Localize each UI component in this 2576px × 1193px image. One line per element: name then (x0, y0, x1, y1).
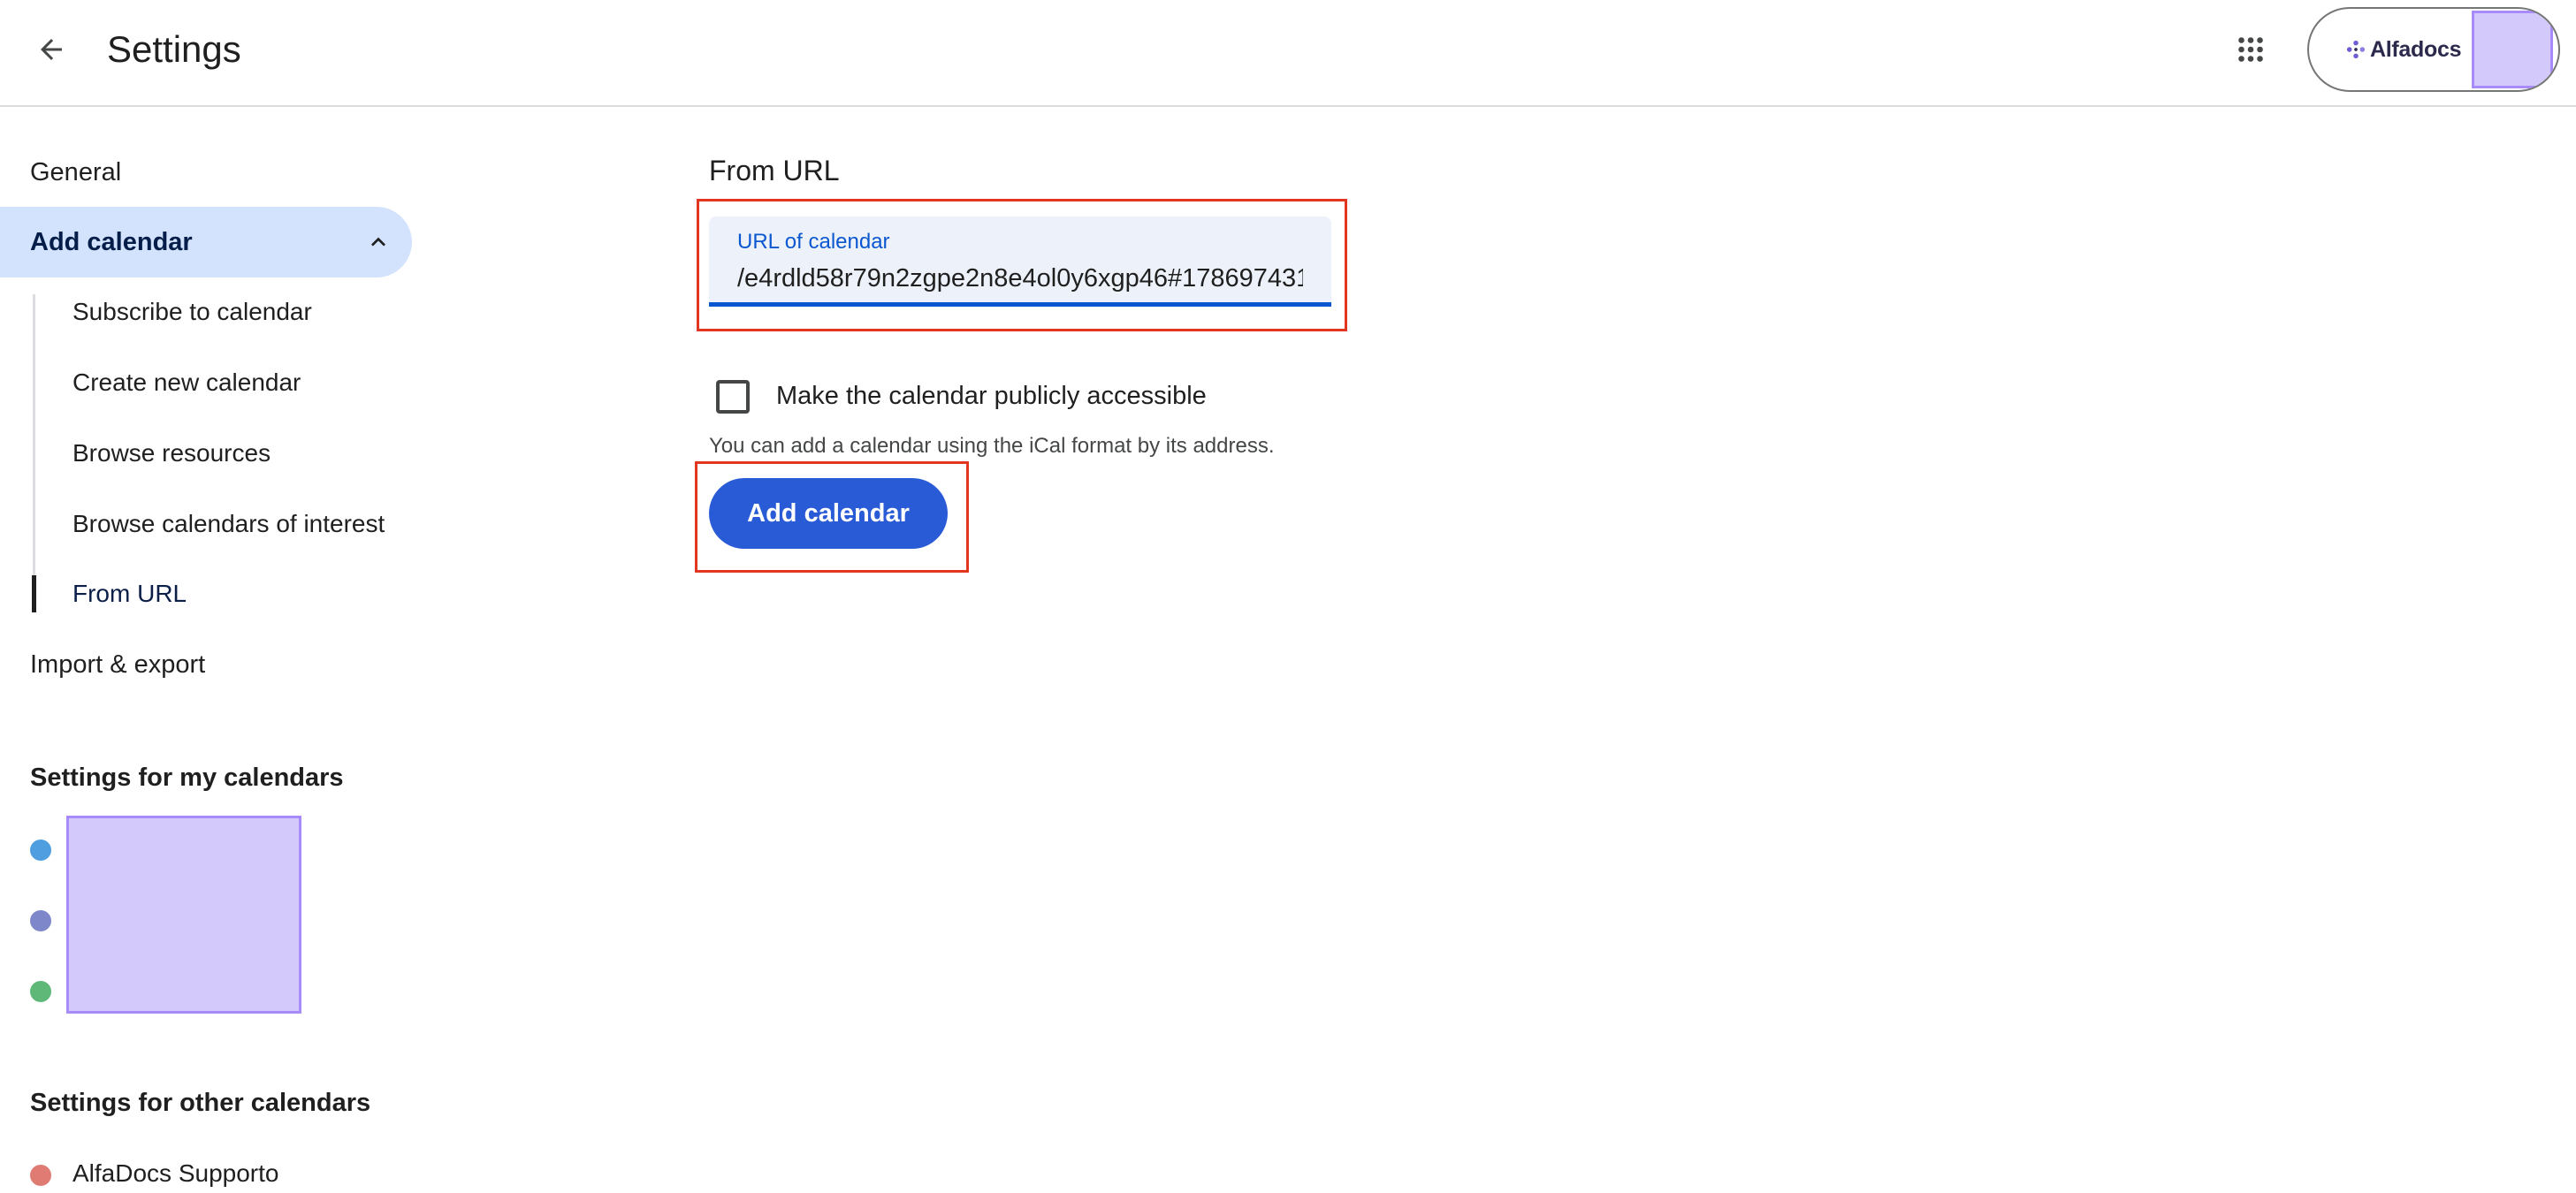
sidebar-item-browse-calendars-of-interest[interactable]: Browse calendars of interest (72, 508, 385, 540)
sidebar-item-subscribe-to-calendar[interactable]: Subscribe to calendar (72, 296, 312, 328)
brand-name: Alfadocs (2370, 36, 2462, 62)
url-field-label: URL of calendar (737, 230, 890, 254)
settings-main: From URL URL of calendar /e4rdld58r79n2z… (424, 107, 2576, 1193)
back-button[interactable] (25, 23, 78, 76)
my-calendars-heading: Settings for my calendars (30, 764, 344, 792)
calendar-color-dot (30, 840, 51, 861)
chevron-up-icon (371, 237, 385, 247)
calendar-color-dot (30, 1165, 51, 1186)
top-app-bar: Settings Alfadocs (0, 0, 2576, 107)
other-calendars-heading: Settings for other calendars (30, 1089, 371, 1117)
public-access-label[interactable]: Make the calendar publicly accessible (776, 379, 1207, 413)
settings-sidebar: General Add calendar Subscribe to calend… (0, 107, 424, 1193)
url-field-text: /e4rdld58r79n2zgpe2n8e4ol0y6xgp46#178697… (737, 264, 1303, 293)
page-title: Settings (107, 28, 241, 70)
sidebar-item-import-export[interactable]: Import & export (30, 649, 205, 680)
subnav-track (33, 294, 35, 611)
public-access-checkbox[interactable] (716, 380, 750, 414)
arrow-left-icon (41, 39, 62, 60)
apps-button[interactable] (2224, 23, 2277, 76)
calendar-color-dot (30, 910, 51, 931)
sidebar-item-from-url[interactable]: From URL (72, 578, 187, 610)
calendar-color-dot (30, 981, 51, 1002)
section-title: From URL (709, 155, 840, 186)
url-field-value[interactable]: /e4rdld58r79n2zgpe2n8e4ol0y6xgp46#178697… (737, 262, 1303, 294)
sidebar-item-other-calendar[interactable]: AlfaDocs Supporto (72, 1158, 278, 1189)
sidebar-item-label: Add calendar (30, 228, 193, 256)
add-calendar-button[interactable]: Add calendar (709, 478, 948, 549)
apps-grid-icon (2238, 37, 2263, 62)
subnav-active-indicator (32, 575, 36, 612)
redacted-calendar-names[interactable] (66, 816, 301, 1014)
sparkle-logo-icon (2346, 40, 2366, 59)
sidebar-item-general[interactable]: General (30, 156, 121, 188)
help-text: You can add a calendar using the iCal fo… (709, 434, 1275, 458)
sidebar-item-browse-resources[interactable]: Browse resources (72, 437, 271, 469)
brand-logo: Alfadocs (2346, 37, 2461, 63)
avatar[interactable] (2472, 11, 2553, 88)
calendar-url-input[interactable]: URL of calendar /e4rdld58r79n2zgpe2n8e4o… (709, 217, 1331, 307)
sidebar-item-create-new-calendar[interactable]: Create new calendar (72, 367, 301, 399)
sidebar-item-add-calendar[interactable]: Add calendar (0, 207, 412, 277)
account-chip[interactable]: Alfadocs (2307, 7, 2560, 92)
